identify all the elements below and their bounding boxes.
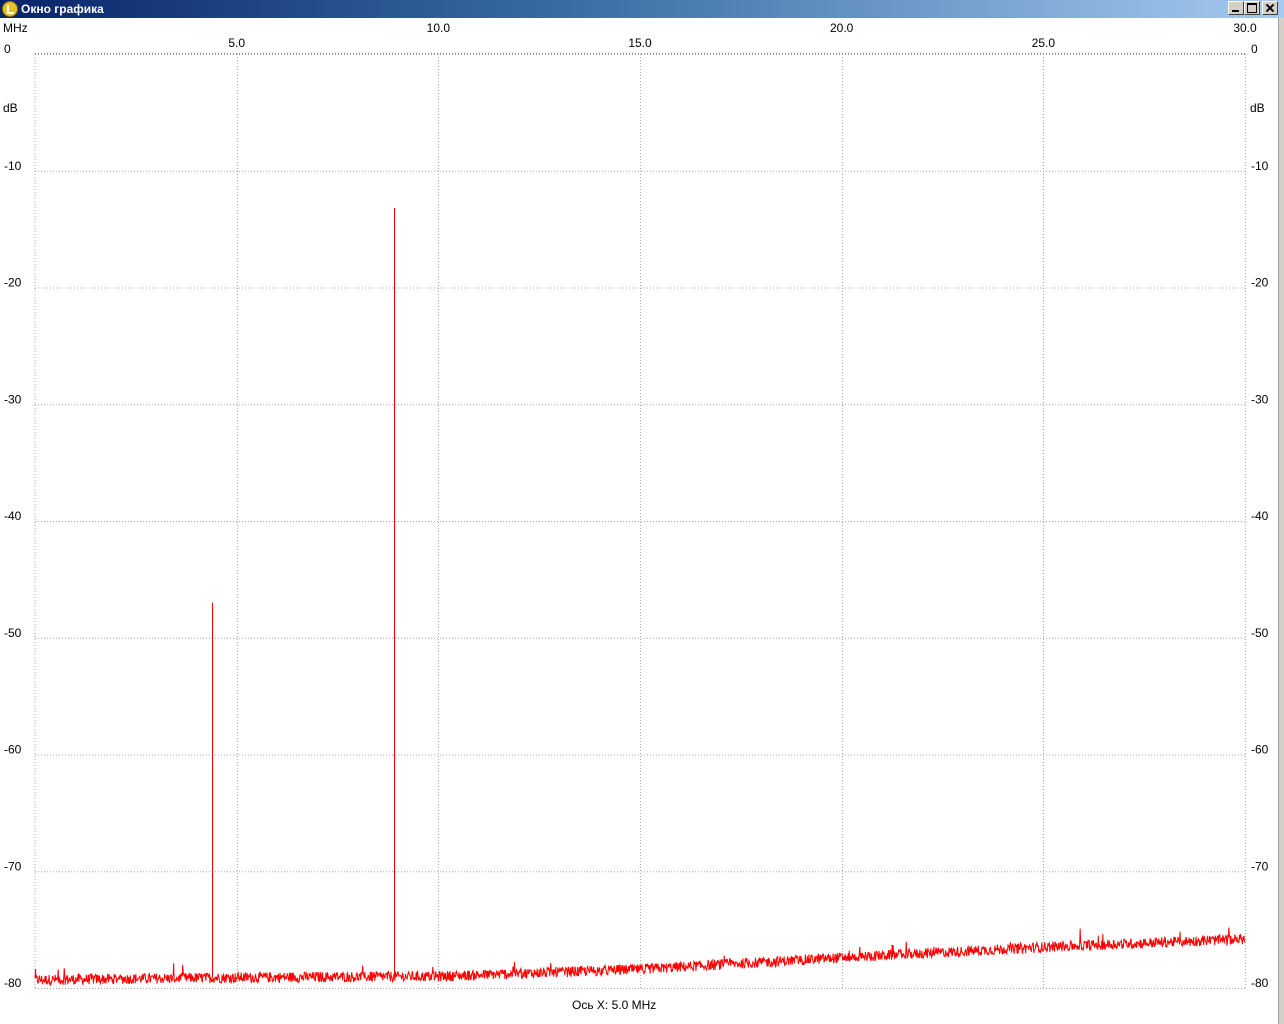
window-title: Окно графика [21,2,104,16]
y-tick-label-right: -60 [1251,743,1269,757]
y-tick-label-left: -30 [4,392,22,406]
x-tick-label: 30.0 [1233,21,1257,35]
spectrum-chart: MHz dB dB 0 0 -10 -10 -20 -20 -30 -30 -40 -40 -50 -… [3,21,1269,1012]
maximize-icon[interactable] [1244,1,1260,15]
x-tick-label: 20.0 [830,21,854,35]
x-tick-label: 15.0 [628,36,652,50]
y-tick-label-left: -80 [4,976,22,990]
x-axis-step-status: Ось X: 5.0 MHz [572,998,656,1012]
y-tick-label-right: -10 [1251,159,1269,173]
y-tick-label-right: -50 [1251,626,1269,640]
minimize-icon[interactable] [1228,1,1244,15]
y-tick-label-left: -50 [4,626,22,640]
y-tick-label-left: -70 [4,859,22,873]
y-tick-label-left: -20 [4,276,22,290]
y-axis-unit-label-left: dB [3,101,18,115]
y-tick-label-left: 0 [4,42,11,56]
chart-grid [34,53,1246,989]
x-axis-unit-label: MHz [3,21,28,35]
chart-axes: MHz dB dB 0 0 -10 -10 -20 -20 -30 -30 -40 -40 -50 -… [3,21,1269,990]
y-tick-label-left: -10 [4,159,22,173]
x-tick-label: 10.0 [427,21,451,35]
y-axis-unit-label-right: dB [1250,101,1265,115]
y-tick-label-right: -80 [1251,976,1269,990]
app-logo-icon [2,1,18,17]
y-tick-label-left: -60 [4,743,22,757]
y-tick-label-right: -20 [1251,276,1269,290]
y-tick-label-right: 0 [1251,42,1258,56]
title-bar[interactable]: Окно графика [0,0,1284,18]
y-tick-label-right: -70 [1251,859,1269,873]
y-tick-label-left: -40 [4,509,22,523]
y-tick-label-right: -30 [1251,392,1269,406]
close-icon[interactable] [1262,1,1278,15]
x-tick-label: 5.0 [228,36,245,50]
y-tick-label-right: -40 [1251,509,1269,523]
x-tick-label: 25.0 [1032,36,1056,50]
window-right-edge [1278,18,1284,1024]
